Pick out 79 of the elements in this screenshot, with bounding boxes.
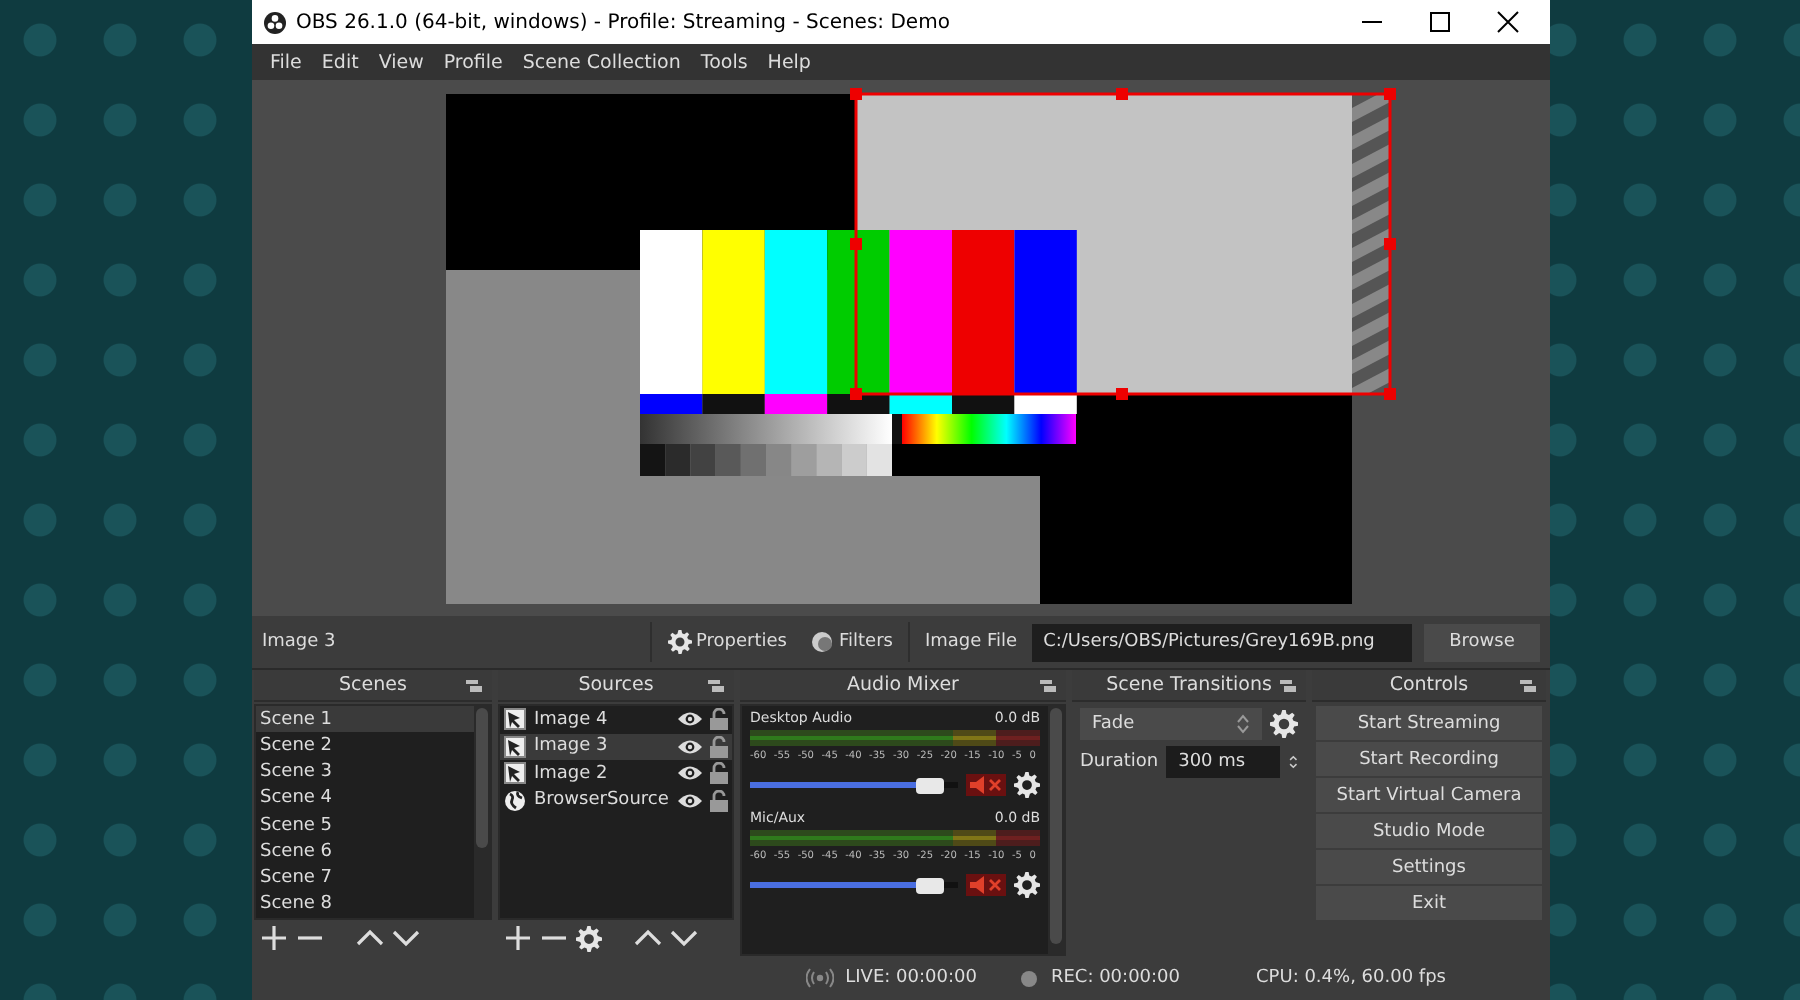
scene-item[interactable]: Scene 6 [256,838,474,865]
float-icon[interactable] [1520,678,1536,694]
control-button[interactable]: Start Virtual Camera [1316,778,1542,812]
duration-label: Duration [1080,752,1159,772]
toolbar-button[interactable]: Filters [802,630,901,654]
browse-button[interactable]: Browse [1424,623,1540,661]
window-title: OBS 26.1.0 (64-bit, windows) - Profile: Streaming - Scenes: Demo [296,11,952,33]
cpu-usage: CPU: 0.4%, 60.00 fps [1256,968,1446,988]
menu-item[interactable]: View [368,51,434,73]
scrollbar[interactable] [1048,706,1064,954]
source-label: Image 4 [534,709,610,730]
menu-item[interactable]: Help [757,51,821,73]
unlocked-padlock-icon[interactable] [710,735,728,758]
scene-item[interactable]: Scene 3 [256,759,474,786]
toolbar-button[interactable]: Properties [660,630,795,654]
control-button[interactable]: Exit [1316,886,1542,920]
gear-icon[interactable] [1014,872,1040,898]
gear-icon[interactable] [576,925,602,951]
scene-item[interactable]: Scene 1 [256,706,474,733]
scene-item[interactable]: Scene 8 [256,891,474,918]
eye-icon[interactable] [678,710,702,729]
source-item[interactable]: BrowserSource [500,787,732,814]
dock-title: Scene Transitions [1106,674,1272,696]
close-icon[interactable] [1494,8,1522,36]
maximize-icon[interactable] [1426,8,1454,36]
field-label: Image File [922,632,1020,652]
float-icon[interactable] [1280,678,1296,694]
float-icon[interactable] [708,678,724,694]
record-dot-icon [1020,969,1039,987]
plus-icon[interactable] [260,924,288,952]
dock-title: Sources [578,674,654,696]
source-label: Image 3 [534,736,610,757]
spinner-icon [1236,714,1250,734]
rec-timer: REC: 00:00:00 [1050,968,1181,988]
gear-icon [668,630,692,654]
duration-field[interactable]: 300 ms [1166,746,1280,778]
control-button[interactable]: Settings [1316,850,1542,884]
unlocked-padlock-icon[interactable] [710,789,728,812]
broadcast-icon [805,968,834,988]
gear-icon[interactable] [1270,710,1298,738]
float-icon[interactable] [1040,678,1056,694]
menu-item[interactable]: Scene Collection [512,51,691,73]
dock-title: Controls [1389,674,1469,696]
source-item[interactable]: Image 2 [500,760,732,787]
app-logo-icon [264,11,286,33]
eye-icon[interactable] [678,737,702,756]
file-path-field[interactable]: C:/Users/OBS/Pictures/Grey169B.png [1031,623,1412,661]
dock-title: Audio Mixer [847,674,959,696]
menu-item[interactable]: Edit [311,51,369,73]
control-button[interactable]: Start Streaming [1316,706,1542,740]
source-item[interactable]: Image 4 [500,706,732,733]
eye-icon[interactable] [678,791,702,810]
volume-slider[interactable] [750,882,958,888]
control-button[interactable]: Start Recording [1316,742,1542,776]
scene-item[interactable]: Scene 7 [256,865,474,892]
source-name: Image 3 [262,632,338,652]
unlocked-padlock-icon[interactable] [710,762,728,785]
source-label: BrowserSource [534,790,670,811]
plus-icon[interactable] [504,924,532,952]
transition-dropdown[interactable]: Fade [1080,708,1262,740]
scrollbar[interactable] [474,706,490,918]
menu-item[interactable]: Profile [433,51,513,73]
globe-icon [504,789,526,812]
eye-icon[interactable] [678,764,702,783]
control-button[interactable]: Studio Mode [1316,814,1542,848]
unlocked-padlock-icon[interactable] [710,708,728,731]
live-timer: LIVE: 00:00:00 [845,968,977,988]
scene-item[interactable]: Scene 5 [256,812,474,839]
float-icon[interactable] [466,678,482,694]
scene-item[interactable]: Scene 2 [256,732,474,759]
menu-item[interactable]: File [260,51,312,73]
source-item[interactable]: Image 3 [500,733,732,760]
filter-icon [810,630,835,654]
gear-icon[interactable] [1014,772,1040,798]
volume-slider[interactable] [750,782,958,788]
source-label: Image 2 [534,763,610,784]
scene-item[interactable]: Scene 4 [256,785,474,812]
menu-item[interactable]: Tools [690,51,758,73]
dock-title: Scenes [339,674,407,696]
